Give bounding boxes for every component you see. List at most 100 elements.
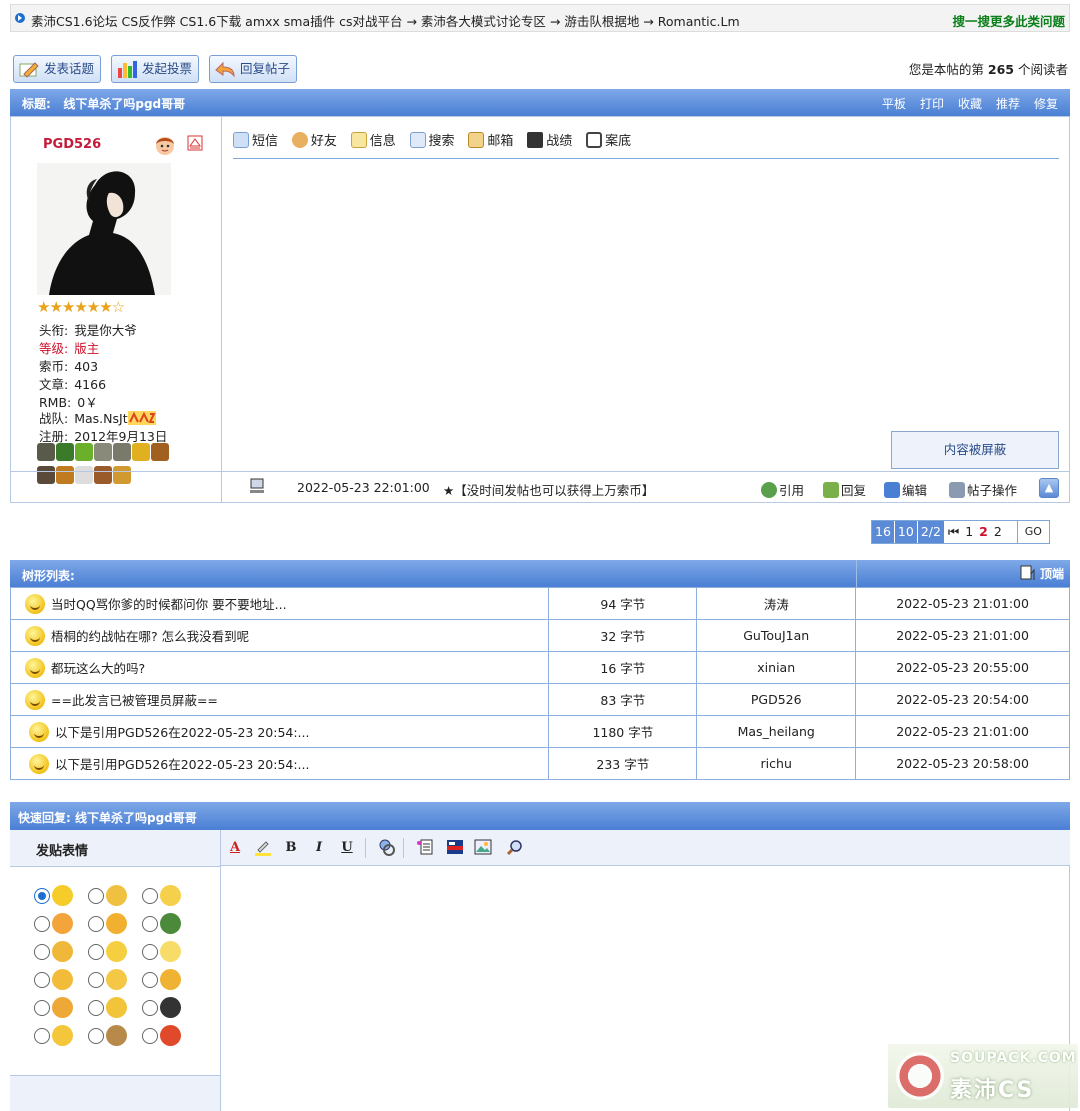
- new-poll-button[interactable]: 发起投票: [111, 55, 200, 83]
- radio-button[interactable]: [34, 972, 50, 988]
- emoticon-option[interactable]: [88, 997, 138, 1019]
- emoticon-option[interactable]: [88, 885, 138, 907]
- reply-title[interactable]: 当时QQ骂你爹的时候都问你 要不要地址...: [9, 587, 550, 620]
- emoticon-option[interactable]: [34, 997, 84, 1019]
- go-button[interactable]: GO: [1016, 521, 1049, 543]
- table-row[interactable]: 以下是引用PGD526在2022-05-23 20:54:... 1180 字节 M…: [9, 715, 1070, 748]
- emoticon-option[interactable]: [34, 969, 84, 991]
- quote-button[interactable]: 引用: [761, 480, 804, 499]
- emoticon-option[interactable]: [88, 1025, 138, 1047]
- tool-stats[interactable]: 战绩: [527, 131, 572, 153]
- scroll-top-icon[interactable]: ▲: [1039, 478, 1059, 498]
- emoticon-option[interactable]: [142, 1025, 192, 1047]
- italic-button[interactable]: I: [309, 838, 329, 858]
- radio-button[interactable]: [142, 1000, 158, 1016]
- reply-title[interactable]: 梧桐的约战帖在哪? 怎么我没看到呢: [9, 619, 550, 652]
- username[interactable]: PGD526: [43, 137, 101, 152]
- reply-author[interactable]: GuTouJ1an: [696, 619, 857, 652]
- tree-list-header: 树形列表: 顶端: [10, 560, 1070, 587]
- print-link[interactable]: 打印: [920, 97, 944, 111]
- radio-button[interactable]: [34, 944, 50, 960]
- radio-button[interactable]: [88, 1028, 104, 1044]
- reply-title[interactable]: 以下是引用PGD526在2022-05-23 20:54:...: [9, 747, 550, 780]
- reply-title[interactable]: ==此发言已被管理员屏蔽==: [9, 683, 550, 716]
- radio-button[interactable]: [142, 888, 158, 904]
- insert-image-icon[interactable]: [473, 838, 493, 858]
- reply-author[interactable]: 涛涛: [696, 587, 857, 620]
- search-more-link[interactable]: 搜一搜更多此类问题: [952, 11, 1065, 30]
- reply-author[interactable]: richu: [696, 747, 857, 780]
- new-topic-button[interactable]: 发表话题: [13, 55, 102, 83]
- breadcrumb[interactable]: 素沛CS1.6论坛 CS反作弊 CS1.6下载 amxx sma插件 cs对战平…: [31, 11, 740, 30]
- medal-icon: [56, 443, 74, 461]
- radio-button[interactable]: [34, 1028, 50, 1044]
- angry-face-icon: [52, 997, 73, 1018]
- tool-record[interactable]: 案底: [586, 131, 631, 153]
- highlight-icon[interactable]: [253, 838, 273, 858]
- insert-quote-icon[interactable]: [415, 838, 435, 858]
- recommend-link[interactable]: 推荐: [996, 97, 1020, 111]
- emoticon-option[interactable]: [142, 885, 192, 907]
- promo-link[interactable]: ★【没时间发帖也可以获得上万索币】: [443, 480, 654, 499]
- table-row[interactable]: 梧桐的约战帖在哪? 怎么我没看到呢 32 字节 GuTouJ1an 2022-05-2…: [9, 619, 1070, 652]
- first-page-button[interactable]: ⏮: [945, 521, 962, 543]
- radio-button[interactable]: [142, 944, 158, 960]
- link-icon[interactable]: [377, 838, 397, 858]
- emoticon-option[interactable]: [88, 941, 138, 963]
- emoticon-option[interactable]: [142, 913, 192, 935]
- tool-search[interactable]: 搜索: [409, 131, 455, 153]
- reply-author[interactable]: PGD526: [696, 683, 857, 716]
- insert-media-icon[interactable]: [445, 838, 465, 858]
- reply-size: 233 字节: [548, 747, 698, 780]
- search-replace-icon[interactable]: [505, 838, 525, 858]
- edit-icon: [884, 482, 900, 498]
- emoticon-option[interactable]: [142, 997, 192, 1019]
- radio-button[interactable]: [142, 972, 158, 988]
- table-row[interactable]: ==此发言已被管理员屏蔽== 83 字节 PGD526 2022-05-23 20:5…: [9, 683, 1070, 716]
- reply-button[interactable]: 回复: [823, 480, 866, 499]
- page-1-link[interactable]: 1: [962, 521, 976, 543]
- post-operations-button[interactable]: 帖子操作: [949, 480, 1017, 499]
- favorite-link[interactable]: 收藏: [958, 97, 982, 111]
- reply-title[interactable]: 以下是引用PGD526在2022-05-23 20:54:...: [9, 715, 550, 748]
- emoticon-option[interactable]: [34, 941, 84, 963]
- table-row[interactable]: 当时QQ骂你爹的时候都问你 要不要地址... 94 字节 涛涛 2022-05-23 …: [9, 587, 1070, 620]
- radio-button[interactable]: [88, 916, 104, 932]
- tool-friend[interactable]: 好友: [291, 131, 337, 153]
- emoticon-option[interactable]: [142, 941, 192, 963]
- emoticon-option[interactable]: [142, 969, 192, 991]
- font-color-icon[interactable]: A: [225, 838, 245, 858]
- tool-message[interactable]: 短信: [233, 131, 278, 153]
- tongue-face-icon: [106, 913, 127, 934]
- edit-button[interactable]: 编辑: [884, 480, 927, 499]
- emoticon-option[interactable]: [34, 1025, 84, 1047]
- radio-button[interactable]: [88, 944, 104, 960]
- radio-button[interactable]: [142, 1028, 158, 1044]
- emoticon-option[interactable]: [34, 885, 84, 907]
- emoticon-option[interactable]: [88, 913, 138, 935]
- radio-button[interactable]: [88, 1000, 104, 1016]
- emoticon-option[interactable]: [88, 969, 138, 991]
- top-link[interactable]: 顶端: [1020, 565, 1064, 582]
- radio-button[interactable]: [142, 916, 158, 932]
- tool-mail[interactable]: 邮箱: [468, 131, 513, 153]
- bold-button[interactable]: B: [281, 838, 301, 858]
- tablet-link[interactable]: 平板: [882, 97, 906, 111]
- page-input[interactable]: 2: [991, 521, 1005, 543]
- army-face-icon: [160, 913, 181, 934]
- reply-title[interactable]: 都玩这么大的吗?: [9, 651, 550, 684]
- radio-button[interactable]: [34, 916, 50, 932]
- radio-button[interactable]: [88, 888, 104, 904]
- radio-button[interactable]: [34, 1000, 50, 1016]
- radio-button[interactable]: [34, 888, 50, 904]
- emoticon-option[interactable]: [34, 913, 84, 935]
- reply-post-button[interactable]: 回复帖子: [209, 55, 298, 83]
- table-row[interactable]: 都玩这么大的吗? 16 字节 xinian 2022-05-23 20:55:00: [9, 651, 1070, 684]
- radio-button[interactable]: [88, 972, 104, 988]
- repair-link[interactable]: 修复: [1034, 97, 1058, 111]
- tool-info[interactable]: 信息: [350, 131, 396, 153]
- underline-button[interactable]: U: [337, 838, 357, 858]
- table-row[interactable]: 以下是引用PGD526在2022-05-23 20:54:... 233 字节 ri…: [9, 747, 1070, 780]
- reply-author[interactable]: xinian: [696, 651, 857, 684]
- reply-author[interactable]: Mas_heilang: [696, 715, 857, 748]
